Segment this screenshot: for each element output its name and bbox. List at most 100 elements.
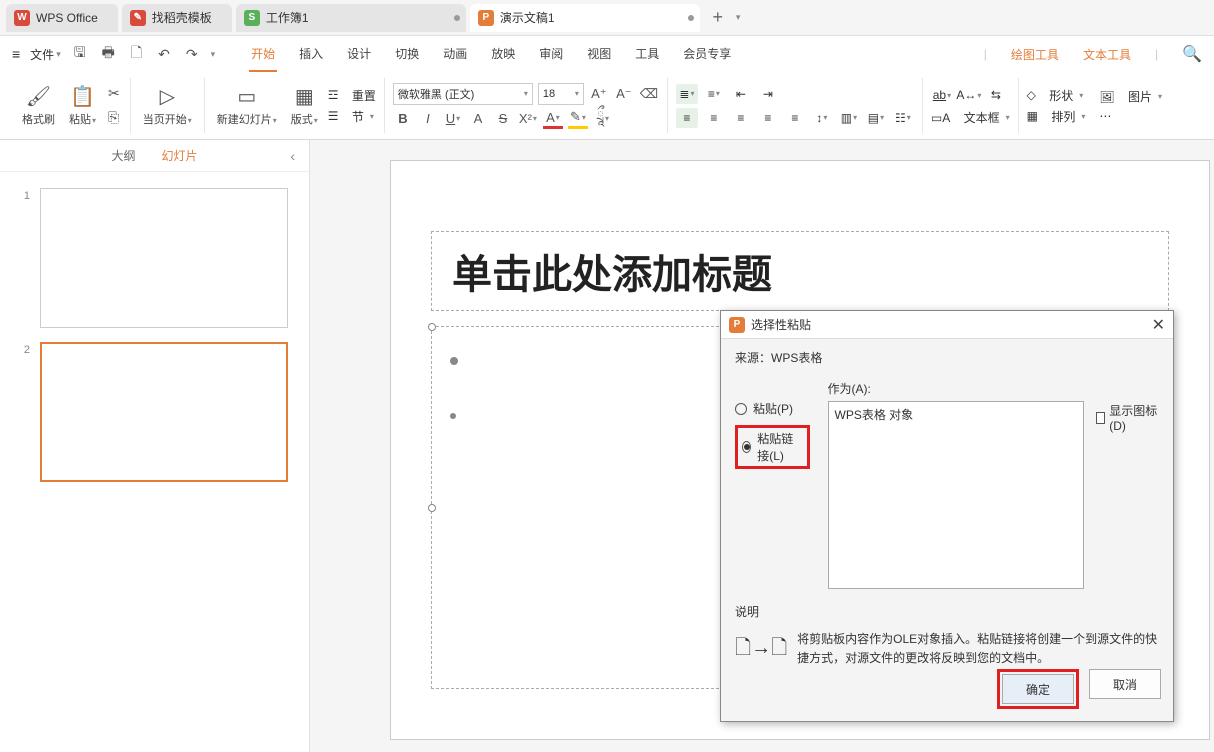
underline-button[interactable]: U▾ <box>443 109 463 129</box>
format-painter-button[interactable]: 🖌 格式刷 <box>18 83 59 129</box>
numbering-button[interactable]: ≡▾ <box>703 84 725 104</box>
section-button[interactable]: ☰ 节▾ <box>328 108 376 125</box>
layout-button[interactable]: ▦ 版式▾ <box>287 83 322 129</box>
bold-button[interactable]: B <box>393 109 413 129</box>
tab-close-icon[interactable] <box>454 15 460 21</box>
strike-button[interactable]: S <box>493 109 513 129</box>
tab-template[interactable]: ✎ 找稻壳模板 <box>122 4 232 32</box>
align-center-button[interactable]: ≡ <box>703 108 725 128</box>
tab-review[interactable]: 审阅 <box>537 37 565 72</box>
as-listbox[interactable]: WPS表格 对象 <box>828 401 1084 589</box>
cut-icon[interactable]: ✂ <box>106 83 122 104</box>
reset-icon: ☲ <box>328 88 339 102</box>
shadow-button[interactable]: A <box>468 109 488 129</box>
resize-handle-icon[interactable] <box>428 504 436 512</box>
align-left-button[interactable]: ≡ <box>676 108 698 128</box>
arrange-button[interactable]: ▦ 排列▾ <box>1027 108 1086 125</box>
reset-button[interactable]: ☲ 重置 <box>328 87 376 104</box>
vertical-align-button[interactable]: ▤▾ <box>865 108 887 128</box>
decrease-font-icon[interactable]: A⁻ <box>614 84 634 104</box>
play-icon: ▷ <box>160 85 175 109</box>
tab-slideshow[interactable]: 放映 <box>489 37 517 72</box>
tab-animation[interactable]: 动画 <box>441 37 469 72</box>
copy-icon[interactable]: ⎘ <box>106 107 122 128</box>
print-preview-icon[interactable]: 🗋 <box>128 39 145 69</box>
list-item[interactable]: WPS表格 对象 <box>833 406 1079 423</box>
collapse-panel-icon[interactable]: ‹ <box>290 148 295 164</box>
shape-button[interactable]: ◇ 形状▾ <box>1027 87 1086 104</box>
tab-view[interactable]: 视图 <box>585 37 613 72</box>
side-tab-slides[interactable]: 幻灯片 <box>160 141 200 170</box>
undo-icon[interactable]: ↶ <box>155 43 173 66</box>
paragraph-more-button[interactable]: ☷▾ <box>892 108 914 128</box>
font-name-select[interactable]: 微软雅黑 (正文)▾ <box>393 83 533 105</box>
clear-format-icon[interactable]: ⌫ <box>639 84 659 104</box>
tab-tools[interactable]: 工具 <box>633 37 661 72</box>
thumbnail-number: 2 <box>12 344 30 356</box>
tab-home[interactable]: 开始 <box>249 37 277 72</box>
show-icon-checkbox[interactable]: 显示图标(D) <box>1096 402 1159 433</box>
save-icon[interactable]: 🖫 <box>71 39 89 69</box>
radio-paste[interactable]: 粘贴(P) <box>735 400 810 417</box>
slide-thumbnail-2[interactable] <box>40 342 288 482</box>
align-right-button[interactable]: ≡ <box>730 108 752 128</box>
spreadsheet-icon: S <box>244 10 260 26</box>
font-effects-button[interactable]: ཷ▾ <box>593 109 613 129</box>
align-justify-button[interactable]: ≡ <box>757 108 779 128</box>
presentation-icon: P <box>478 10 494 26</box>
highlight-button[interactable]: ✎▾ <box>568 109 588 129</box>
tab-wps-home[interactable]: W WPS Office <box>6 4 118 32</box>
format-painter-icon: 🖌 <box>26 85 51 109</box>
slide-thumbnail-1[interactable] <box>40 188 288 328</box>
search-icon[interactable]: 🔍 <box>1182 44 1202 64</box>
new-slide-button[interactable]: ▭ 新建幻灯片▾ <box>213 83 281 129</box>
file-menu[interactable]: 文件▾ <box>30 46 61 63</box>
dialog-buttons: 确定 取消 <box>997 669 1161 709</box>
as-label: 作为(A): <box>828 380 1084 397</box>
add-tab-button[interactable]: + <box>704 7 732 28</box>
font-color-button[interactable]: A▾ <box>543 109 563 129</box>
hamburger-icon[interactable]: ≡ <box>12 46 20 62</box>
close-icon[interactable]: ✕ <box>1152 315 1165 335</box>
column-button[interactable]: ▥▾ <box>838 108 860 128</box>
tab-insert[interactable]: 插入 <box>297 37 325 72</box>
group-slideshow: ▷ 当页开始▾ <box>131 78 205 133</box>
current-page-button[interactable]: ▷ 当页开始▾ <box>139 83 196 129</box>
tab-text-tools[interactable]: 文本工具 <box>1083 46 1131 63</box>
indent-increase-button[interactable]: ⇥ <box>757 84 779 104</box>
cancel-button[interactable]: 取消 <box>1089 669 1161 699</box>
tab-list-dropdown[interactable]: ▾ <box>736 12 741 23</box>
char-spacing-button[interactable]: A↔▾ <box>958 85 980 105</box>
tab-close-icon[interactable] <box>688 15 694 21</box>
dialog-titlebar[interactable]: P 选择性粘贴 ✕ <box>721 311 1173 339</box>
tab-presentation[interactable]: P 演示文稿1 <box>470 4 700 32</box>
text-direction-button[interactable]: ab▾ <box>931 85 953 105</box>
resize-handle-icon[interactable] <box>428 323 436 331</box>
paste-button[interactable]: 📋 粘贴▾ <box>65 83 100 129</box>
indent-decrease-button[interactable]: ⇤ <box>730 84 752 104</box>
superscript-button[interactable]: X²▾ <box>518 109 538 129</box>
convert-button[interactable]: ⇆ <box>985 85 1007 105</box>
textbox-button[interactable]: ▭A 文本框▾ <box>931 109 1010 126</box>
align-distribute-button[interactable]: ≡ <box>784 108 806 128</box>
more-arrange-icon[interactable]: ⋯ <box>1099 109 1162 123</box>
title-placeholder[interactable]: 单击此处添加标题 <box>431 231 1169 311</box>
divider: | <box>1155 47 1158 61</box>
ok-button[interactable]: 确定 <box>1002 674 1074 704</box>
italic-button[interactable]: I <box>418 109 438 129</box>
tab-member[interactable]: 会员专享 <box>681 37 733 72</box>
tab-design[interactable]: 设计 <box>345 37 373 72</box>
print-icon[interactable]: 🖶 <box>99 39 118 69</box>
radio-paste-link[interactable]: 粘贴链接(L) <box>742 430 803 464</box>
side-tab-outline[interactable]: 大纲 <box>109 141 137 170</box>
font-size-select[interactable]: 18▾ <box>538 83 584 105</box>
tab-drawing-tools[interactable]: 绘图工具 <box>1011 46 1059 63</box>
qat-dropdown[interactable]: ▾ <box>211 49 216 60</box>
picture-button[interactable]: 🖼 图片▾ <box>1099 88 1162 105</box>
redo-icon[interactable]: ↷ <box>183 43 201 66</box>
ribbon-tabs: 开始 插入 设计 切换 动画 放映 审阅 视图 工具 会员专享 <box>249 37 733 72</box>
tab-workbook[interactable]: S 工作簿1 <box>236 4 466 32</box>
bullets-button[interactable]: ≣▾ <box>676 84 698 104</box>
tab-transition[interactable]: 切换 <box>393 37 421 72</box>
line-spacing-button[interactable]: ↕▾ <box>811 108 833 128</box>
